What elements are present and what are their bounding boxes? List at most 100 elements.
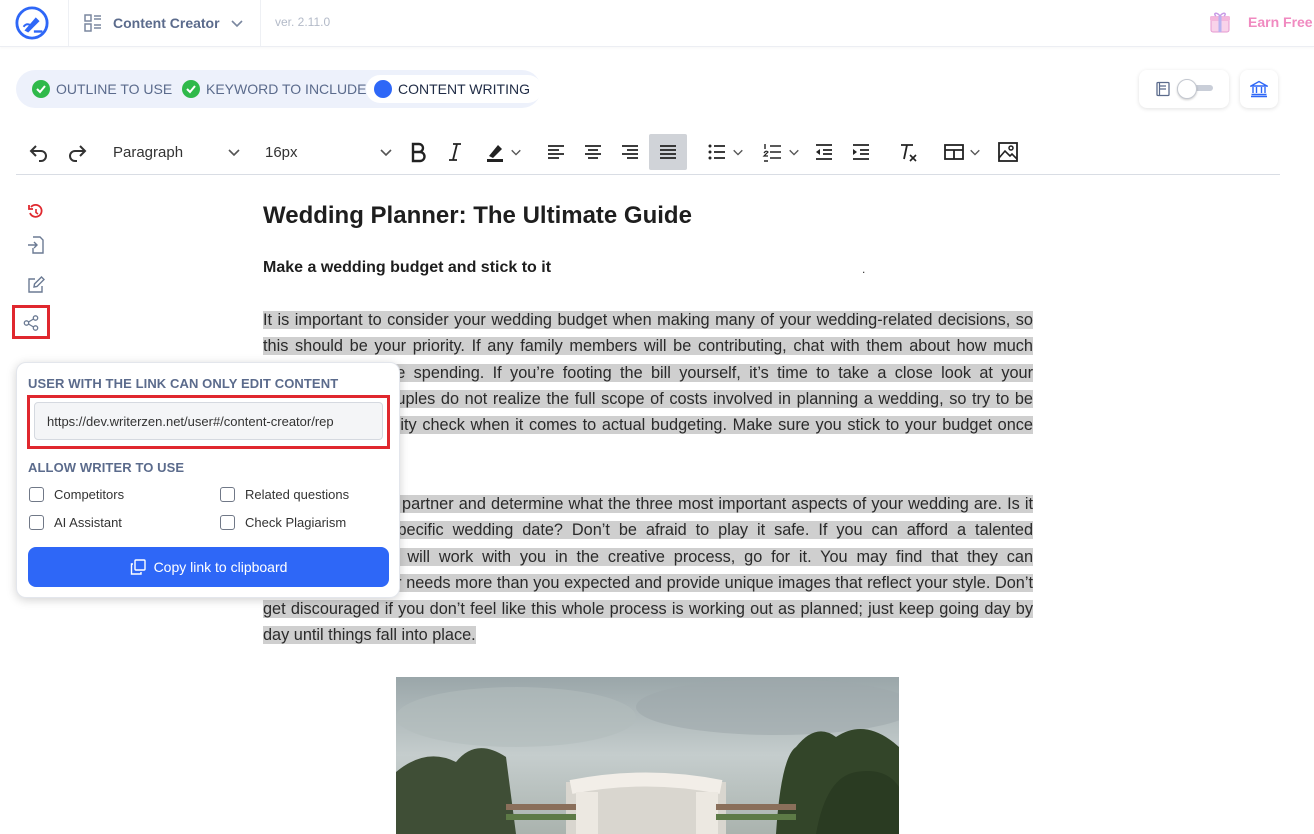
align-right-icon <box>622 145 638 159</box>
wedding-arch-image <box>396 677 899 834</box>
redo-button[interactable] <box>64 139 90 165</box>
allow-writer-label: ALLOW WRITER TO USE <box>28 460 185 475</box>
active-dot-icon <box>374 80 392 98</box>
history-button[interactable] <box>26 202 46 222</box>
step-label: KEYWORD TO INCLUDE <box>206 81 367 97</box>
toggle-knob[interactable] <box>1177 79 1197 99</box>
image-icon <box>998 142 1018 162</box>
edit-button[interactable] <box>26 275 46 295</box>
outdent-button[interactable] <box>812 139 836 165</box>
clear-format-icon <box>901 144 917 162</box>
checkbox-related-questions[interactable]: Related questions <box>220 487 349 502</box>
checkbox-box[interactable] <box>29 515 44 530</box>
step-keyword-to-include[interactable]: KEYWORD TO INCLUDE <box>182 75 367 103</box>
insert-image-button[interactable] <box>996 139 1020 165</box>
font-size-select[interactable]: 16px <box>265 139 393 165</box>
checkbox-label: Check Plagiarism <box>245 515 347 530</box>
indent-icon <box>853 144 869 160</box>
numbered-list-button[interactable] <box>758 139 804 165</box>
chevron-down-icon <box>230 20 243 28</box>
earn-free-label: Earn Free C <box>1248 14 1314 30</box>
edit-icon <box>28 276 45 293</box>
bold-button[interactable] <box>406 139 430 165</box>
checkbox-check-plagiarism[interactable]: Check Plagiarism <box>220 515 346 530</box>
document-subheading[interactable]: Make a wedding budget and stick to it <box>263 259 551 277</box>
gift-icon <box>1210 12 1230 33</box>
bullet-list-button[interactable] <box>702 139 748 165</box>
block-format-select[interactable]: Paragraph <box>113 139 241 165</box>
copy-link-button[interactable]: Copy link to clipboard <box>28 547 389 587</box>
table-button[interactable] <box>940 139 984 165</box>
checkbox-label: AI Assistant <box>54 515 122 530</box>
checkbox-box[interactable] <box>220 515 235 530</box>
italic-icon <box>449 143 461 161</box>
chevron-down-icon <box>228 149 240 157</box>
share-link-input[interactable] <box>34 402 383 440</box>
chevron-down-icon <box>970 149 980 156</box>
share-button[interactable] <box>21 313 41 333</box>
step-outline-to-use[interactable]: OUTLINE TO USE <box>32 75 172 103</box>
check-icon <box>182 80 200 98</box>
checkbox-label: Related questions <box>245 487 350 502</box>
checkbox-ai-assistant[interactable]: AI Assistant <box>29 515 122 530</box>
checkbox-box[interactable] <box>29 487 44 502</box>
stray-mark: . <box>862 262 866 276</box>
history-icon <box>28 203 43 218</box>
align-center-icon <box>585 145 601 159</box>
block-format-value: Paragraph <box>113 143 184 161</box>
highlight-color-button[interactable] <box>478 139 528 165</box>
top-bar: Content Creator ver. 2.11.0 Earn Free C <box>0 0 1314 47</box>
writerzen-logo[interactable] <box>14 6 50 40</box>
checkbox-box[interactable] <box>220 487 235 502</box>
italic-button[interactable] <box>444 139 466 165</box>
chevron-down-icon <box>789 149 799 156</box>
book-icon <box>1156 81 1170 97</box>
workflow-steps: OUTLINE TO USE KEYWORD TO INCLUDE CONTEN… <box>16 70 542 108</box>
check-icon <box>32 80 50 98</box>
app-name: Content Creator <box>113 15 220 31</box>
file-import-icon <box>28 236 44 254</box>
library-button[interactable] <box>1240 70 1278 108</box>
import-button[interactable] <box>26 235 46 255</box>
font-size-value: 16px <box>265 143 298 161</box>
align-justify-icon <box>660 145 676 159</box>
view-toggle[interactable] <box>1139 70 1229 108</box>
chevron-down-icon <box>733 149 743 156</box>
chevron-down-icon <box>380 149 392 157</box>
align-right-button[interactable] <box>618 139 642 165</box>
highlighter-icon <box>487 145 503 162</box>
step-content-writing[interactable]: CONTENT WRITING <box>366 75 542 103</box>
document-title[interactable]: Wedding Planner: The Ultimate Guide <box>263 202 692 230</box>
step-label: OUTLINE TO USE <box>56 81 173 97</box>
redo-icon <box>69 145 87 162</box>
indent-button[interactable] <box>849 139 873 165</box>
undo-button[interactable] <box>26 139 52 165</box>
editor-toolbar: Paragraph 16px <box>16 131 1280 175</box>
align-center-button[interactable] <box>581 139 605 165</box>
align-left-button[interactable] <box>544 139 568 165</box>
link-permission-label: USER WITH THE LINK CAN ONLY EDIT CONTENT <box>28 376 339 391</box>
copy-link-label: Copy link to clipboard <box>153 559 288 575</box>
outdent-icon <box>816 144 832 160</box>
align-left-icon <box>548 145 564 159</box>
align-justify-button[interactable] <box>649 134 687 170</box>
checkbox-label: Competitors <box>54 487 125 502</box>
bold-icon <box>411 142 426 163</box>
share-popup: USER WITH THE LINK CAN ONLY EDIT CONTENT… <box>16 362 400 598</box>
share-icon <box>23 315 39 331</box>
chevron-down-icon <box>511 149 521 156</box>
version-label: ver. 2.11.0 <box>275 15 331 29</box>
undo-icon <box>29 145 47 162</box>
app-switcher[interactable]: Content Creator <box>84 11 244 35</box>
copy-icon <box>130 559 146 575</box>
bullet-list-icon <box>708 144 725 160</box>
step-label: CONTENT WRITING <box>398 81 530 97</box>
grid-icon <box>84 14 101 32</box>
clear-formatting-button[interactable] <box>896 139 920 165</box>
earn-free-link[interactable]: Earn Free C <box>1208 10 1314 34</box>
wedding-photo[interactable] <box>396 677 899 834</box>
table-icon <box>944 144 964 160</box>
bank-icon <box>1250 80 1268 98</box>
numbered-list-icon <box>762 144 781 162</box>
checkbox-competitors[interactable]: Competitors <box>29 487 124 502</box>
